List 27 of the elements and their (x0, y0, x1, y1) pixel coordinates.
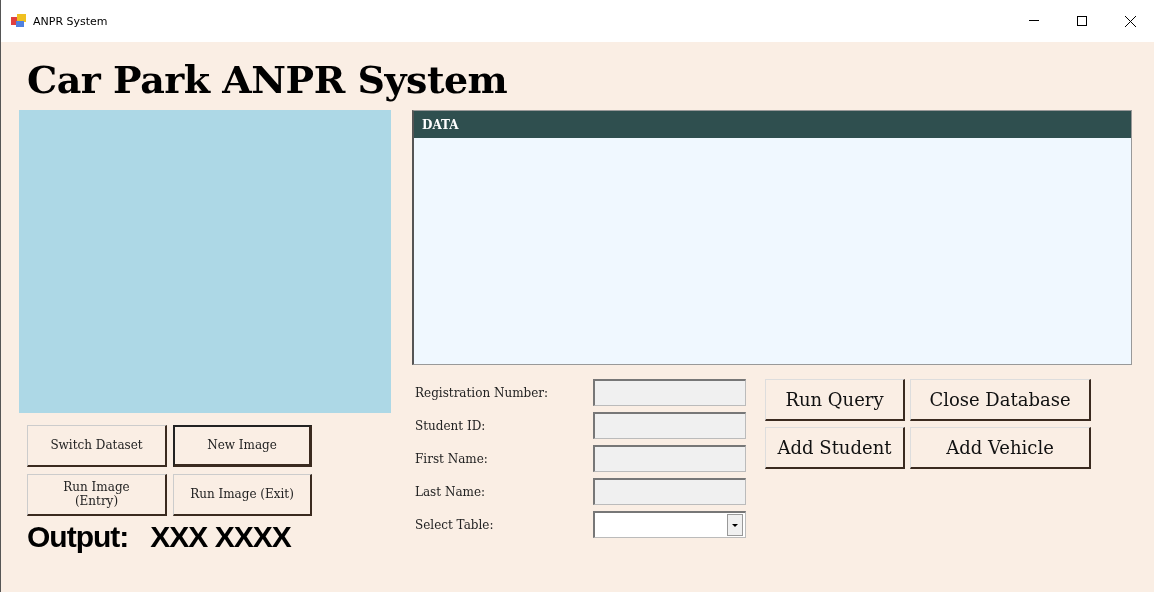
grid-header: DATA (414, 111, 1131, 138)
action-button[interactable]: Run Query (765, 379, 905, 421)
image-button[interactable]: Run Image (Entry) (27, 474, 167, 516)
action-button[interactable]: Close Database (910, 379, 1091, 421)
input-field[interactable] (593, 478, 746, 505)
output-label: Output: (27, 520, 129, 554)
field-label: Select Table: (415, 517, 495, 532)
image-button[interactable]: Switch Dataset (27, 425, 167, 467)
image-button[interactable]: New Image (173, 425, 312, 467)
input-field[interactable] (593, 445, 746, 472)
minimize-icon (1029, 20, 1039, 22)
page-heading: Car Park ANPR System (27, 56, 509, 104)
output-value: XXX XXXX (150, 520, 291, 554)
field-label: Student ID: (415, 418, 487, 433)
field-label: Registration Number: (415, 385, 550, 400)
input-field[interactable] (593, 379, 746, 406)
table-dropdown[interactable] (593, 511, 746, 538)
image-button[interactable]: Run Image (Exit) (173, 474, 312, 516)
maximize-icon (1077, 16, 1087, 26)
input-field[interactable] (593, 412, 746, 439)
window-title: ANPR System (33, 14, 109, 28)
action-button[interactable]: Add Student (765, 427, 905, 469)
action-button[interactable]: Add Vehicle (910, 427, 1091, 469)
field-label: Last Name: (415, 484, 487, 499)
close-icon (1124, 15, 1136, 27)
app-icon (11, 14, 27, 28)
field-label: First Name: (415, 451, 489, 466)
